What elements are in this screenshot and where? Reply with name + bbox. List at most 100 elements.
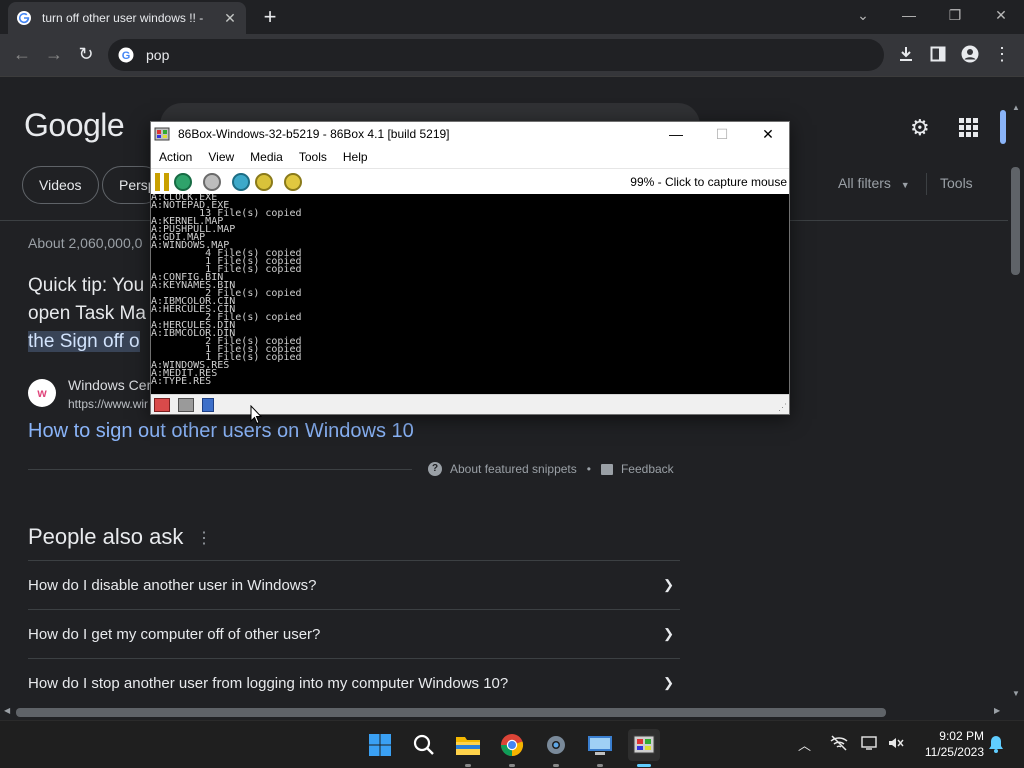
taskbar-search-button[interactable]: [408, 729, 440, 761]
browser-toolbar: ← → ↻ G pop ⋮: [0, 34, 1024, 77]
menu-help[interactable]: Help: [335, 150, 376, 164]
network-offline-icon[interactable]: [830, 735, 848, 756]
emulator-toolbar: 99% - Click to capture mouse: [151, 168, 789, 194]
reset-icon[interactable]: [174, 172, 192, 191]
notification-bell-icon[interactable]: [988, 735, 1004, 758]
emulator-status[interactable]: 99% - Click to capture mouse: [630, 175, 787, 189]
paa-question-text: How do I stop another user from logging …: [28, 674, 509, 692]
scroll-up-icon[interactable]: ▲: [1012, 103, 1020, 112]
profile-icon[interactable]: [956, 40, 984, 68]
sidepanel-icon[interactable]: [924, 40, 952, 68]
taskbar-file-explorer[interactable]: [452, 729, 484, 767]
emulator-titlebar[interactable]: 86Box-Windows-32-b5219 - 86Box 4.1 [buil…: [151, 122, 789, 146]
address-bar[interactable]: G pop: [108, 39, 884, 71]
hard-disk-icon[interactable]: [178, 397, 194, 412]
taskbar-86box[interactable]: [628, 729, 660, 767]
new-tab-button[interactable]: +: [256, 4, 284, 30]
power-icon[interactable]: [203, 172, 221, 191]
horizontal-scroll-thumb[interactable]: [16, 708, 886, 717]
tab-search-chevron-icon[interactable]: ⌄: [840, 0, 886, 32]
paa-question-2[interactable]: How do I get my computer off of other us…: [28, 609, 680, 658]
system-clock[interactable]: 9:02 PM 11/25/2023: [916, 728, 984, 760]
source-site-icon[interactable]: ᴡ: [28, 379, 56, 407]
menu-view[interactable]: View: [200, 150, 242, 164]
forward-arrow-icon[interactable]: →: [40, 40, 68, 68]
restore-button[interactable]: ❐: [932, 0, 978, 32]
chip-videos[interactable]: Videos: [22, 166, 99, 204]
pause-icon[interactable]: [155, 172, 169, 191]
86box-app-icon: [154, 127, 170, 141]
sound-icon[interactable]: [202, 397, 214, 412]
kebab-menu-icon[interactable]: ⋮: [988, 40, 1016, 68]
browser-tab[interactable]: turn off other user windows !! - ✕: [8, 2, 246, 34]
menu-tools[interactable]: Tools: [291, 150, 335, 164]
ctrl-alt-esc-icon[interactable]: [255, 172, 273, 191]
featured-snippet-link[interactable]: How to sign out other users on Windows 1…: [28, 420, 414, 443]
emulator-minimize-button[interactable]: —: [653, 122, 699, 146]
taskbar-chrome[interactable]: [496, 729, 528, 767]
back-arrow-icon[interactable]: ←: [8, 40, 36, 68]
taskbar-rdp-app[interactable]: [584, 729, 616, 767]
minimize-button[interactable]: —: [886, 0, 932, 32]
mouse-cursor-icon: [250, 405, 262, 425]
start-icon: [369, 734, 391, 756]
taskbar-settings[interactable]: [540, 729, 572, 767]
source-url[interactable]: https://www.wir: [68, 397, 148, 411]
snippet-footer: ? About featured snippets • Feedback: [428, 462, 674, 476]
file-explorer-icon: [456, 737, 480, 755]
feedback-icon: [600, 463, 613, 475]
tools-button[interactable]: Tools: [940, 175, 973, 191]
close-window-button[interactable]: ✕: [978, 0, 1024, 32]
all-filters-label: All filters: [838, 175, 891, 191]
paa-question-3[interactable]: How do I stop another user from logging …: [28, 658, 680, 704]
side-panel-accent: [1000, 110, 1006, 144]
apps-grid-icon[interactable]: [958, 117, 979, 138]
download-icon[interactable]: [892, 40, 920, 68]
gear-icon[interactable]: ⚙: [910, 115, 930, 141]
display-icon[interactable]: [861, 735, 879, 756]
horizontal-scrollbar[interactable]: ◀ ▶: [0, 704, 1008, 720]
google-favicon: [17, 11, 31, 25]
menu-action[interactable]: Action: [151, 150, 200, 164]
resize-grip-icon[interactable]: ⋰: [778, 402, 787, 413]
settings-icon[interactable]: [284, 172, 302, 191]
filters-divider: [926, 173, 927, 195]
emulator-menubar: Action View Media Tools Help: [151, 146, 789, 168]
tab-title: turn off other user windows !! -: [42, 11, 204, 25]
source-site-name[interactable]: Windows Cer: [68, 377, 151, 393]
about-featured-snippets-link[interactable]: About featured snippets: [450, 462, 577, 476]
vertical-scrollbar[interactable]: ▲ ▼: [1008, 77, 1024, 704]
menu-media[interactable]: Media: [242, 150, 291, 164]
dos-console-output: A:CLOCK.EXE A:NOTEPAD.EXE 13 File(s) cop…: [151, 194, 302, 387]
scroll-right-icon[interactable]: ▶: [994, 706, 1000, 715]
google-g-icon: G: [118, 47, 134, 63]
paa-question-1[interactable]: How do I disable another user in Windows…: [28, 560, 680, 609]
snippet-highlight: the Sign off o: [28, 331, 140, 352]
feedback-link[interactable]: Feedback: [621, 462, 674, 476]
ctrl-alt-del-icon[interactable]: [232, 172, 250, 191]
tray-overflow-chevron-icon[interactable]: ︿: [798, 735, 811, 754]
all-filters-button[interactable]: All filters ▼: [838, 175, 910, 191]
clock-time: 9:02 PM: [939, 729, 984, 743]
chevron-down-icon: ❯: [663, 675, 674, 690]
emulated-screen[interactable]: A:CLOCK.EXE A:NOTEPAD.EXE 13 File(s) cop…: [151, 194, 789, 394]
emulator-close-button[interactable]: ✕: [745, 122, 791, 146]
scroll-down-icon[interactable]: ▼: [1012, 689, 1020, 698]
scroll-left-icon[interactable]: ◀: [4, 706, 10, 715]
tab-close-icon[interactable]: ✕: [222, 10, 238, 27]
start-button[interactable]: [364, 729, 396, 761]
google-logo[interactable]: Google: [24, 107, 125, 144]
chevron-down-icon: ❯: [663, 577, 674, 592]
more-options-icon[interactable]: ⋮: [196, 528, 212, 548]
emulator-window: 86Box-Windows-32-b5219 - 86Box 4.1 [buil…: [150, 121, 790, 415]
86box-icon: [633, 735, 655, 754]
help-icon: ?: [428, 462, 442, 476]
volume-muted-icon[interactable]: [887, 735, 905, 756]
separator-dot: •: [586, 462, 591, 476]
chevron-down-icon: ❯: [663, 626, 674, 641]
vertical-scroll-thumb[interactable]: [1011, 167, 1020, 275]
reload-icon[interactable]: ↻: [72, 40, 100, 68]
floppy-drive-icon[interactable]: [154, 397, 170, 412]
paa-question-text: How do I disable another user in Windows…: [28, 576, 317, 594]
emulator-maximize-button[interactable]: ☐: [699, 122, 745, 146]
